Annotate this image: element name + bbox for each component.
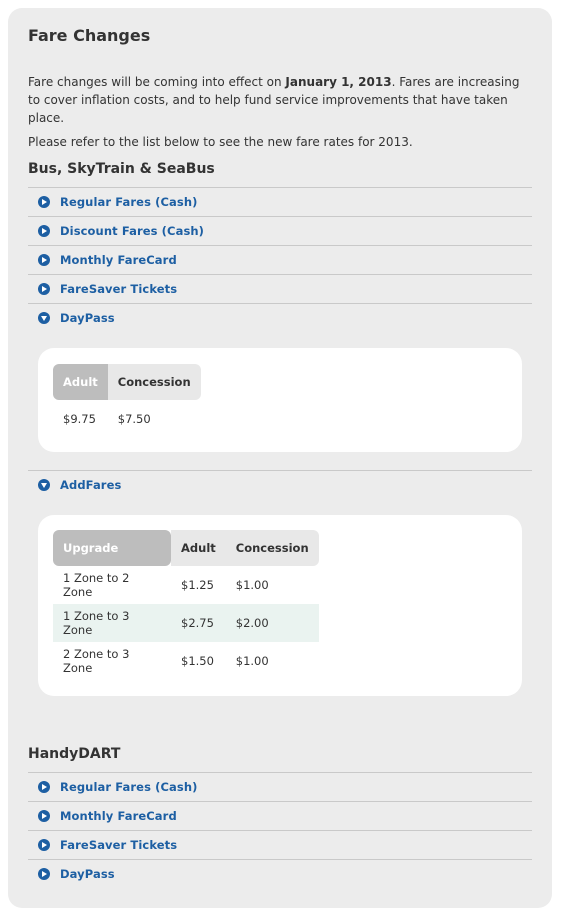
accordion-item-faresaver-tickets[interactable]: FareSaver Tickets — [28, 274, 532, 303]
table-row: 2 Zone to 3 Zone $1.50 $1.00 — [53, 642, 319, 680]
accordion-item-label: AddFares — [60, 478, 122, 492]
accordion-item-daypass[interactable]: DayPass — [28, 859, 532, 888]
table-row: $9.75 $7.50 — [53, 400, 201, 438]
table-cell: $2.75 — [171, 604, 226, 642]
play-circle-icon — [38, 196, 50, 208]
table-cell: $2.00 — [225, 604, 319, 642]
play-circle-icon — [38, 225, 50, 237]
addfares-card: Upgrade Adult Concession 1 Zone to 2 Zon… — [38, 515, 522, 696]
table-cell: 1 Zone to 3 Zone — [53, 604, 171, 642]
accordion-item-label: DayPass — [60, 867, 115, 881]
table-cell: $9.75 — [63, 412, 96, 426]
tab-adult[interactable]: Adult — [53, 364, 108, 400]
handydart-accordion: Regular Fares (Cash) Monthly FareCard Fa… — [28, 772, 532, 888]
intro-paragraph: Fare changes will be coming into effect … — [28, 73, 528, 127]
addfares-accordion: AddFares — [28, 470, 532, 499]
daypass-card: Adult Concession $9.75 $7.50 — [38, 348, 522, 452]
accordion-item-label: DayPass — [60, 311, 115, 325]
table-row: 1 Zone to 2 Zone $1.25 $1.00 — [53, 566, 319, 604]
section-title-handydart: HandyDART — [28, 746, 121, 762]
table-cell: $1.00 — [235, 654, 269, 668]
accordion-item-label: Regular Fares (Cash) — [60, 195, 198, 209]
tab-upgrade[interactable]: Upgrade — [53, 530, 171, 566]
accordion-item-label: FareSaver Tickets — [60, 838, 178, 852]
table-cell: $1.50 — [181, 654, 214, 668]
accordion-item-label: Monthly FareCard — [60, 253, 177, 267]
table-cell: $1.00 — [235, 578, 269, 592]
table-cell: $1.25 — [181, 578, 214, 592]
intro-before: Fare changes will be coming into effect … — [28, 75, 286, 89]
tab-adult[interactable]: Adult — [171, 530, 226, 566]
play-circle-icon — [38, 254, 50, 266]
daypass-table: Adult Concession $9.75 $7.50 — [53, 364, 201, 438]
chevron-down-circle-icon — [38, 479, 50, 491]
accordion-item-addfares[interactable]: AddFares — [28, 470, 532, 499]
play-circle-icon — [38, 868, 50, 880]
accordion-item-label: FareSaver Tickets — [60, 282, 178, 296]
intro-paragraph-2: Please refer to the list below to see th… — [28, 135, 413, 149]
table-cell: $7.50 — [117, 412, 151, 426]
tab-concession[interactable]: Concession — [225, 530, 319, 566]
bus-accordion: Regular Fares (Cash) Discount Fares (Cas… — [28, 187, 532, 332]
section-title-bus: Bus, SkyTrain & SeaBus — [28, 161, 215, 177]
accordion-item-discount-fares[interactable]: Discount Fares (Cash) — [28, 216, 532, 245]
table-cell: 2 Zone to 3 Zone — [63, 647, 130, 675]
accordion-item-label: Monthly FareCard — [60, 809, 177, 823]
table-cell: 1 Zone to 2 Zone — [63, 571, 130, 599]
accordion-item-regular-fares[interactable]: Regular Fares (Cash) — [28, 772, 532, 801]
play-circle-icon — [38, 283, 50, 295]
accordion-item-monthly-farecard[interactable]: Monthly FareCard — [28, 801, 532, 830]
accordion-item-label: Discount Fares (Cash) — [60, 224, 205, 238]
table-row: 1 Zone to 3 Zone $2.75 $2.00 — [53, 604, 319, 642]
page-title: Fare Changes — [28, 26, 151, 45]
addfares-table: Upgrade Adult Concession 1 Zone to 2 Zon… — [53, 530, 319, 680]
intro-text: Fare changes will be coming into effect … — [28, 73, 528, 157]
play-circle-icon — [38, 810, 50, 822]
chevron-down-circle-icon — [38, 312, 50, 324]
accordion-item-faresaver-tickets[interactable]: FareSaver Tickets — [28, 830, 532, 859]
accordion-item-monthly-farecard[interactable]: Monthly FareCard — [28, 245, 532, 274]
tab-concession[interactable]: Concession — [107, 364, 201, 400]
accordion-item-label: Regular Fares (Cash) — [60, 780, 198, 794]
play-circle-icon — [38, 781, 50, 793]
intro-date: January 1, 2013 — [285, 75, 392, 89]
play-circle-icon — [38, 839, 50, 851]
accordion-item-daypass[interactable]: DayPass — [28, 303, 532, 332]
accordion-item-regular-fares[interactable]: Regular Fares (Cash) — [28, 187, 532, 216]
